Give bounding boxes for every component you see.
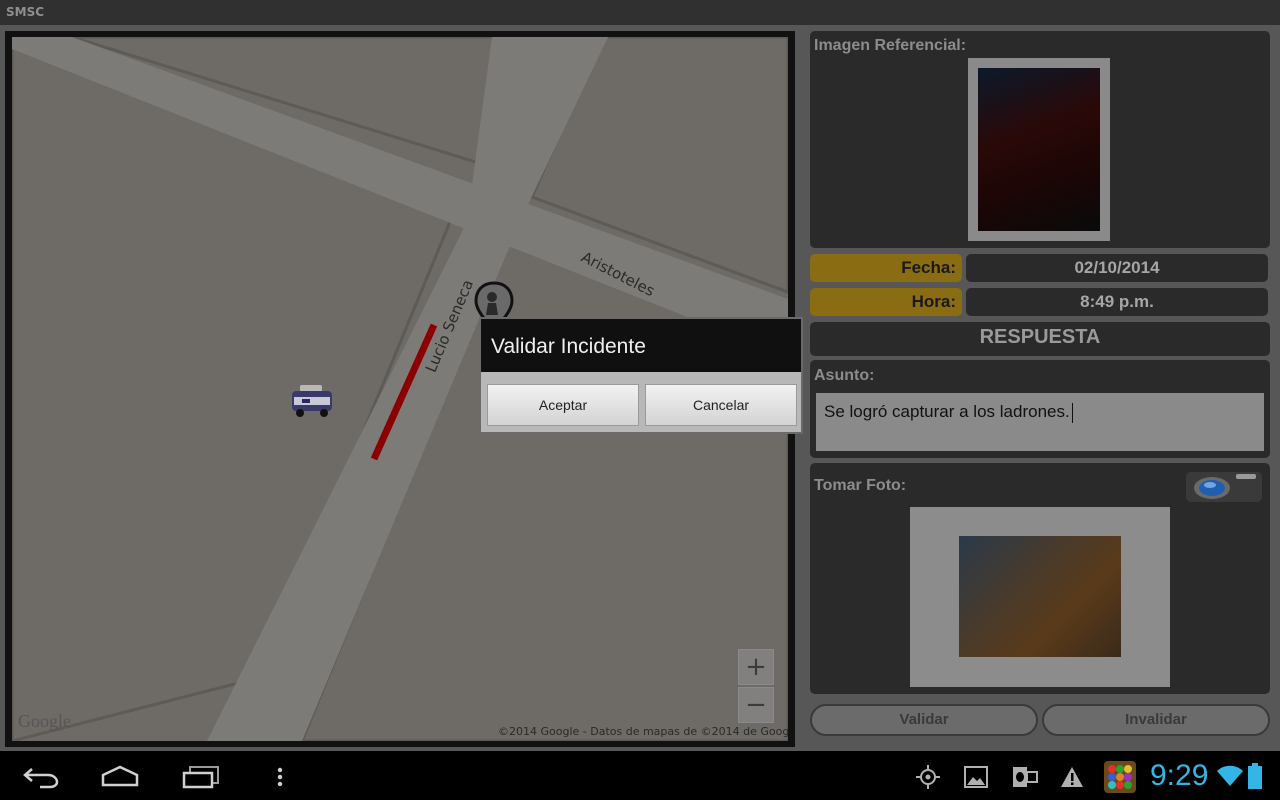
camera-icon[interactable] <box>1184 468 1264 504</box>
outlook-icon <box>1013 767 1038 787</box>
validar-button[interactable]: Validar <box>810 704 1038 736</box>
zoom-in-button[interactable]: + <box>738 649 774 685</box>
app-icon <box>1104 761 1136 793</box>
dialog-body: Aceptar Cancelar <box>481 372 801 432</box>
home-icon[interactable] <box>100 765 140 787</box>
google-logo: Google <box>18 711 71 731</box>
validar-incidente-dialog: Validar Incidente Aceptar Cancelar <box>479 317 803 434</box>
asunto-label: Asunto: <box>814 367 875 384</box>
back-icon[interactable] <box>22 765 60 789</box>
hora-label: Hora: <box>810 288 962 316</box>
status-clock: 9:29 <box>1150 759 1209 792</box>
invalidar-button[interactable]: Invalidar <box>1042 704 1270 736</box>
asunto-input[interactable]: Se logró capturar a los ladrones. <box>816 393 1264 451</box>
hora-value: 8:49 p.m. <box>966 288 1268 316</box>
system-navbar: 9:29 <box>0 751 1280 800</box>
menu-icon[interactable] <box>275 767 285 789</box>
window-title: SMSC <box>0 0 1280 25</box>
respuesta-header: RESPUESTA <box>810 322 1270 356</box>
fecha-label: Fecha: <box>810 254 962 282</box>
gallery-icon <box>964 766 988 788</box>
tomar-foto-label: Tomar Foto: <box>814 477 907 494</box>
text-caret <box>1071 402 1073 423</box>
police-car-icon[interactable] <box>288 383 336 421</box>
imagen-referencial-label: Imagen Referencial: <box>814 37 967 54</box>
zoom-out-button[interactable]: − <box>738 687 774 723</box>
captured-photo <box>959 536 1121 657</box>
warning-icon <box>1061 767 1083 787</box>
captured-photo-frame <box>910 507 1170 687</box>
aceptar-button[interactable]: Aceptar <box>487 384 639 426</box>
recents-icon[interactable] <box>182 765 220 789</box>
dialog-title: Validar Incidente <box>481 319 801 372</box>
cancelar-button[interactable]: Cancelar <box>645 384 797 426</box>
fecha-value: 02/10/2014 <box>966 254 1268 282</box>
reference-photo-frame <box>968 58 1110 241</box>
wifi-icon <box>1217 765 1243 786</box>
battery-icon <box>1248 763 1262 789</box>
asunto-input-text: Se logró capturar a los ladrones. <box>824 402 1070 421</box>
gps-icon <box>916 765 940 789</box>
map-copyright: ©2014 Google - Datos de mapas de ©2014 d… <box>498 725 788 738</box>
reference-photo <box>978 68 1100 231</box>
